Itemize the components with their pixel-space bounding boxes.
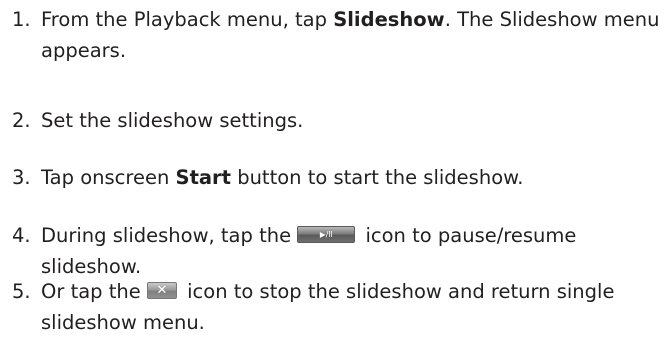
step-text-part: Or tap the [41, 280, 147, 303]
step-text-part: button to start the slideshow. [231, 166, 524, 189]
step-text: Set the slideshow settings. [41, 109, 304, 132]
step-1: 1. From the Playback menu, tap Slideshow… [12, 4, 662, 66]
step-number: 1. [12, 8, 31, 31]
step-2: 2. Set the slideshow settings. [12, 105, 662, 136]
close-glyph: ✕ [156, 283, 168, 298]
step-5: 5. Or tap the ✕ icon to stop the slidesh… [12, 276, 662, 338]
step-text-part: During slideshow, tap the [41, 224, 298, 247]
step-text: Or tap the ✕ icon to stop the slideshow … [41, 276, 662, 338]
play-pause-icon: ▶/II [297, 226, 356, 243]
step-number: 3. [12, 166, 31, 189]
start-emphasis: Start [175, 166, 231, 189]
slideshow-emphasis: Slideshow [333, 8, 445, 31]
step-number: 5. [12, 280, 31, 303]
step-text-part: Tap onscreen [41, 166, 176, 189]
step-text-part: From the Playback menu, tap [41, 8, 334, 31]
step-text: Tap onscreen Start button to start the s… [41, 162, 662, 193]
step-text: From the Playback menu, tap Slideshow. T… [41, 4, 662, 66]
step-number: 4. [12, 224, 31, 247]
play-pause-glyph: ▶/II [319, 230, 333, 239]
close-icon: ✕ [146, 282, 177, 299]
step-4: 4. During slideshow, tap the ▶/II icon t… [12, 220, 662, 282]
step-text: During slideshow, tap the ▶/II icon to p… [41, 220, 662, 282]
step-number: 2. [12, 109, 31, 132]
step-3: 3. Tap onscreen Start button to start th… [12, 162, 662, 193]
